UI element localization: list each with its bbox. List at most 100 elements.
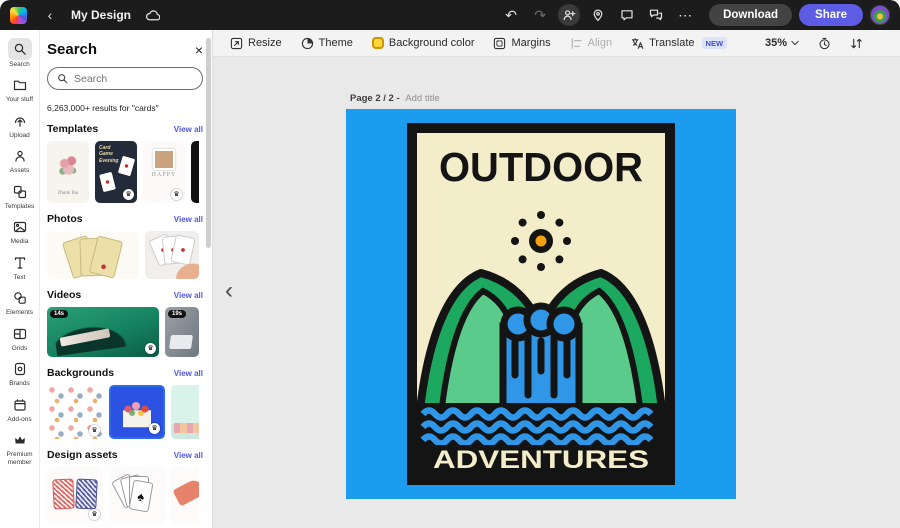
previous-page-icon[interactable]: ‹ bbox=[225, 279, 233, 303]
sidebar-item-label: Search bbox=[9, 61, 30, 68]
design-assets-row: ♛ ♠ bbox=[47, 467, 199, 523]
backgrounds-row: ♛ ♛ bbox=[47, 385, 199, 439]
sidebar-item-label: Elements bbox=[6, 309, 33, 316]
invite-user-icon[interactable] bbox=[558, 4, 580, 26]
playing-card-graphic bbox=[170, 234, 195, 266]
search-panel: Search × 6,263,000+ results for "cards" … bbox=[40, 30, 213, 528]
video-duration-badge: 19s bbox=[168, 310, 186, 318]
translate-icon bbox=[631, 37, 644, 50]
poster-subtitle: ADVENTURES bbox=[433, 446, 649, 474]
background-thumb[interactable] bbox=[171, 385, 199, 439]
sidebar-item-grids[interactable]: Grids bbox=[0, 321, 40, 356]
location-pin-icon[interactable] bbox=[587, 4, 609, 26]
canvas-area: Resize Theme Background color Margins Al… bbox=[213, 30, 900, 528]
redo-icon[interactable]: ↷ bbox=[529, 4, 551, 26]
document-title[interactable]: My Design bbox=[71, 8, 131, 22]
add-ons-icon bbox=[8, 395, 32, 415]
playing-card-graphic bbox=[99, 172, 116, 193]
adobe-express-logo-icon[interactable] bbox=[10, 7, 27, 24]
sidebar-item-elements[interactable]: Elements bbox=[0, 285, 40, 320]
photo-thumb[interactable] bbox=[47, 231, 139, 279]
align-icon bbox=[570, 37, 583, 50]
resize-button[interactable]: Resize bbox=[230, 37, 282, 50]
template-thumb[interactable]: HAPPY ♛ bbox=[143, 141, 185, 203]
sidebar-item-templates[interactable]: Templates bbox=[0, 179, 40, 214]
background-color-swatch bbox=[372, 37, 384, 49]
download-button[interactable]: Download bbox=[709, 4, 792, 26]
panel-scrollbar[interactable] bbox=[206, 38, 211, 248]
background-thumb[interactable]: ♛ bbox=[47, 385, 103, 439]
design-asset-thumb[interactable] bbox=[171, 467, 199, 523]
view-all-templates-link[interactable]: View all bbox=[174, 125, 203, 134]
feedback-icon[interactable] bbox=[645, 4, 667, 26]
margins-button[interactable]: Margins bbox=[493, 37, 550, 50]
timer-button[interactable] bbox=[818, 37, 831, 50]
design-asset-thumb[interactable]: ♠ bbox=[109, 467, 165, 523]
search-input[interactable] bbox=[74, 73, 193, 85]
translate-button[interactable]: Translate NEW bbox=[631, 37, 727, 50]
sidebar-item-text[interactable]: Text bbox=[0, 250, 40, 285]
background-color-button[interactable]: Background color bbox=[372, 37, 475, 49]
spade-icon: ♠ bbox=[136, 488, 145, 504]
reorder-button[interactable] bbox=[850, 37, 863, 50]
templates-icon bbox=[8, 182, 32, 202]
theme-icon bbox=[301, 37, 314, 50]
undo-icon[interactable]: ↶ bbox=[500, 4, 522, 26]
template-caption: HAPPY bbox=[143, 172, 185, 178]
section-title-videos: Videos bbox=[47, 289, 81, 301]
premium-crown-badge-icon: ♛ bbox=[89, 509, 100, 520]
design-asset-thumb[interactable]: ♛ bbox=[47, 467, 103, 523]
view-all-backgrounds-link[interactable]: View all bbox=[174, 369, 203, 378]
new-badge: NEW bbox=[702, 37, 728, 49]
template-caption: Card Game Evening bbox=[99, 145, 121, 164]
photo-thumb[interactable] bbox=[145, 231, 199, 279]
comment-icon[interactable] bbox=[616, 4, 638, 26]
sidebar-item-your-stuff[interactable]: Your stuff bbox=[0, 72, 40, 107]
theme-button[interactable]: Theme bbox=[301, 37, 353, 50]
search-icon bbox=[8, 38, 32, 60]
more-options-icon[interactable]: ⋯ bbox=[674, 4, 696, 26]
design-page[interactable]: OUTDOOR bbox=[346, 109, 736, 499]
premium-crown-badge-icon: ♛ bbox=[149, 423, 160, 434]
share-button[interactable]: Share bbox=[799, 4, 863, 26]
sidebar-item-media[interactable]: Media bbox=[0, 214, 40, 249]
magnifier-icon bbox=[57, 73, 68, 84]
poster-artwork[interactable]: OUTDOOR bbox=[407, 123, 675, 485]
waves-graphic bbox=[417, 403, 665, 447]
spade-card-graphic: ♠ bbox=[129, 479, 154, 512]
sidebar-item-label: Premium member bbox=[1, 451, 39, 466]
sidebar-item-premium[interactable]: Premium member bbox=[0, 427, 40, 470]
sidebar-item-upload[interactable]: Upload bbox=[0, 108, 40, 143]
panel-title: Search bbox=[47, 41, 97, 58]
page-number-label: Page 2 / 2 - bbox=[350, 93, 400, 104]
sidebar-item-search[interactable]: Search bbox=[0, 35, 40, 72]
sidebar-item-label: Your stuff bbox=[6, 96, 33, 103]
section-title-photos: Photos bbox=[47, 213, 83, 225]
video-duration-badge: 14s bbox=[50, 310, 68, 318]
upload-icon bbox=[8, 111, 32, 131]
sidebar-item-label: Templates bbox=[5, 203, 35, 210]
add-title-field[interactable]: Add title bbox=[405, 93, 439, 104]
close-icon[interactable]: × bbox=[195, 43, 203, 57]
timer-icon bbox=[818, 37, 831, 50]
sidebar-item-brands[interactable]: Brands bbox=[0, 356, 40, 391]
sidebar-item-add-ons[interactable]: Add-ons bbox=[0, 392, 40, 427]
template-thumb[interactable]: Card Game Evening ♛ bbox=[95, 141, 137, 203]
template-thumb[interactable]: Thank You bbox=[47, 141, 89, 203]
video-thumb[interactable]: 19s bbox=[165, 307, 199, 357]
shapes-icon bbox=[8, 288, 32, 308]
video-thumb[interactable]: 14s ♛ bbox=[47, 307, 159, 357]
background-thumb-selected[interactable]: ♛ bbox=[109, 385, 165, 439]
sidebar-item-assets[interactable]: Assets bbox=[0, 143, 40, 178]
template-caption: Thank You bbox=[47, 191, 89, 196]
sidebar-item-label: Add-ons bbox=[7, 416, 31, 423]
back-chevron-icon[interactable]: ‹ bbox=[39, 4, 61, 26]
user-avatar[interactable] bbox=[870, 5, 890, 25]
view-all-photos-link[interactable]: View all bbox=[174, 215, 203, 224]
view-all-videos-link[interactable]: View all bbox=[174, 291, 203, 300]
waterfall-graphic bbox=[503, 306, 579, 419]
margins-icon bbox=[493, 37, 506, 50]
view-all-design-assets-link[interactable]: View all bbox=[174, 451, 203, 460]
zoom-control[interactable]: 35% bbox=[765, 37, 799, 49]
template-thumb[interactable] bbox=[191, 141, 199, 203]
